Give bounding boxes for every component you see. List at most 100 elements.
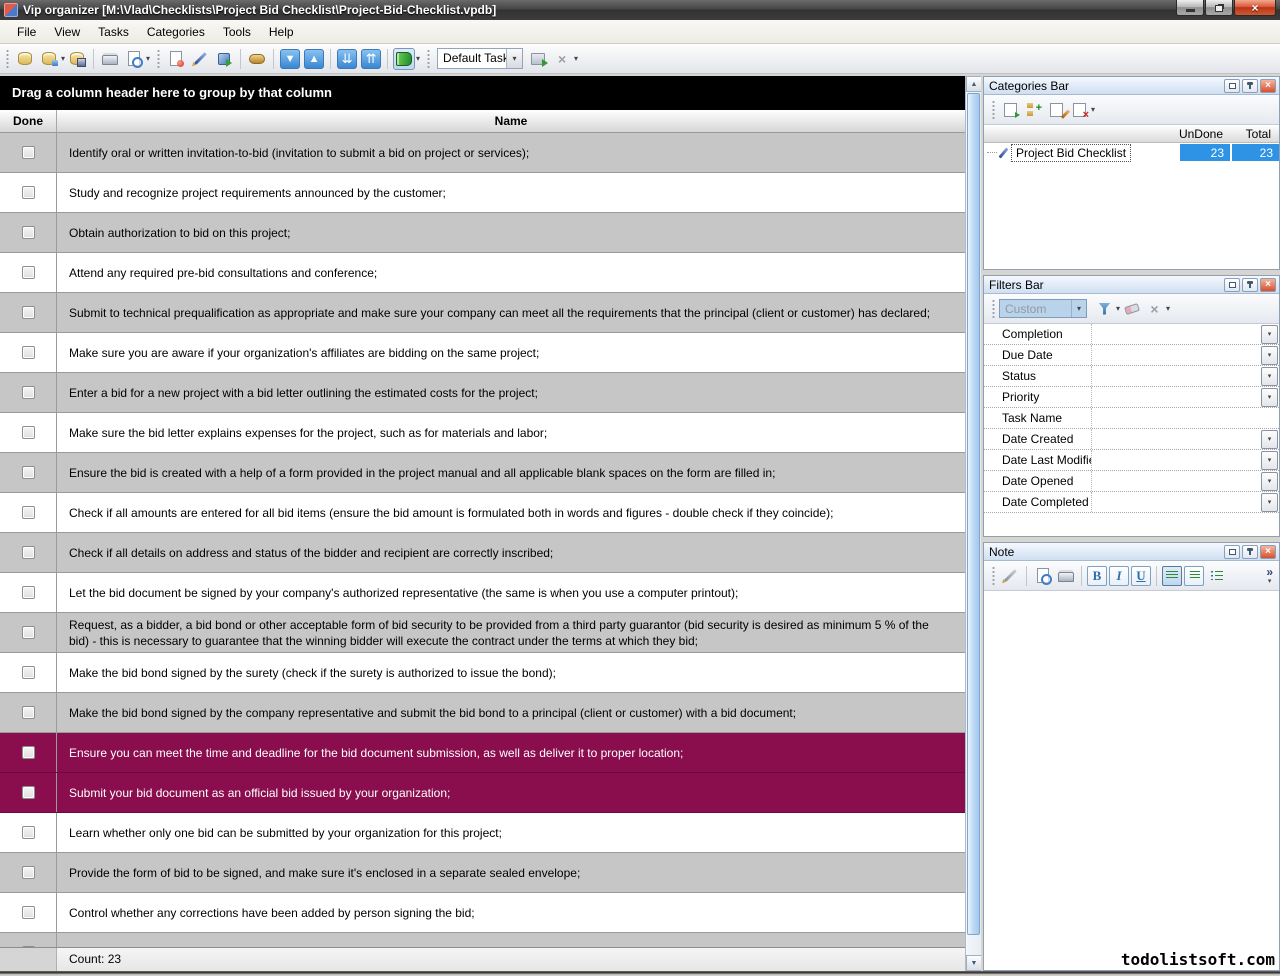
menu-item-tasks[interactable]: Tasks <box>89 21 138 43</box>
task-checkbox[interactable] <box>22 226 35 239</box>
new-database-button[interactable] <box>14 48 36 70</box>
task-name-text[interactable]: Obtain authorization to bid on this proj… <box>57 213 965 252</box>
filter-dropdown-button[interactable]: ▾ <box>1261 430 1278 449</box>
print-button[interactable] <box>99 48 121 70</box>
filter-dropdown-button[interactable]: ▾ <box>1261 451 1278 470</box>
scroll-down-button[interactable]: ▼ <box>966 955 982 971</box>
filter-value-field[interactable] <box>1091 408 1261 428</box>
task-row[interactable]: Enter a bid for a new project with a bid… <box>0 373 965 413</box>
menu-item-file[interactable]: File <box>8 21 45 43</box>
filter-dropdown-button[interactable]: ▾ <box>1261 472 1278 491</box>
restore-button[interactable] <box>1205 0 1233 16</box>
underline-button[interactable]: U <box>1131 566 1151 586</box>
task-checkbox[interactable] <box>22 466 35 479</box>
filters-toolbar-dropdown-icon[interactable]: ▾ <box>1166 304 1170 313</box>
complete-task-button[interactable] <box>213 48 235 70</box>
task-name-text[interactable]: Learn whether only one bid can be submit… <box>57 813 965 852</box>
task-checkbox[interactable] <box>22 906 35 919</box>
task-name-text[interactable]: Learn the date and status of the bid ope… <box>57 933 965 947</box>
category-row[interactable]: Project Bid Checklist 23 23 <box>984 143 1279 162</box>
bold-button[interactable]: B <box>1087 566 1107 586</box>
italic-button[interactable]: I <box>1109 566 1129 586</box>
task-name-text[interactable]: Study and recognize project requirements… <box>57 173 965 212</box>
task-checkbox[interactable] <box>22 386 35 399</box>
note-print-button[interactable] <box>1055 565 1076 586</box>
note-close-button[interactable]: × <box>1260 545 1276 559</box>
task-row[interactable]: Let the bid document be signed by your c… <box>0 573 965 613</box>
task-checkbox[interactable] <box>22 546 35 559</box>
column-header-total[interactable]: Total <box>1231 125 1279 142</box>
task-row[interactable]: Submit your bid document as an official … <box>0 773 965 813</box>
filter-value-field[interactable] <box>1091 324 1261 344</box>
task-row[interactable]: Check if all details on address and stat… <box>0 533 965 573</box>
filters-restore-button[interactable] <box>1224 278 1240 292</box>
note-restore-button[interactable] <box>1224 545 1240 559</box>
task-row[interactable]: Learn whether only one bid can be submit… <box>0 813 965 853</box>
minimize-button[interactable] <box>1176 0 1204 16</box>
edit-task-button[interactable] <box>189 48 211 70</box>
task-name-text[interactable]: Check if all details on address and stat… <box>57 533 965 572</box>
open-database-button[interactable] <box>38 48 60 70</box>
task-checkbox[interactable] <box>22 266 35 279</box>
task-checkbox[interactable] <box>22 826 35 839</box>
task-row[interactable]: Request, as a bidder, a bid bond or othe… <box>0 613 965 653</box>
task-name-text[interactable]: Make sure you are aware if your organiza… <box>57 333 965 372</box>
column-header-name[interactable]: Name <box>57 110 965 132</box>
open-database-dropdown-icon[interactable]: ▾ <box>61 54 65 63</box>
note-pin-button[interactable] <box>1242 545 1258 559</box>
note-toolbar-overflow[interactable]: » ▾ <box>1266 566 1275 585</box>
task-name-text[interactable]: Request, as a bidder, a bid bond or othe… <box>57 613 965 652</box>
filter-dropdown-button[interactable]: ▾ <box>1261 388 1278 407</box>
task-checkbox[interactable] <box>22 746 35 759</box>
task-checkbox[interactable] <box>22 146 35 159</box>
category-name[interactable]: Project Bid Checklist <box>1011 144 1131 162</box>
move-down-button[interactable]: ▼ <box>280 49 300 69</box>
apply-filter-button[interactable] <box>1094 298 1115 319</box>
edit-category-button[interactable] <box>1046 99 1067 120</box>
apply-filter-dropdown-icon[interactable]: ▾ <box>1116 304 1120 313</box>
assign-type-button[interactable] <box>527 48 549 70</box>
filter-preset-combobox[interactable]: Custom ▾ <box>999 299 1087 318</box>
filters-close-button[interactable]: × <box>1260 278 1276 292</box>
task-name-text[interactable]: Ensure you can meet the time and deadlin… <box>57 733 965 772</box>
task-row[interactable]: Provide the form of bid to be signed, an… <box>0 853 965 893</box>
find-task-button[interactable] <box>246 48 268 70</box>
categories-toolbar-dropdown-icon[interactable]: ▾ <box>1091 105 1095 114</box>
notes-dropdown-icon[interactable]: ▾ <box>416 54 420 63</box>
task-type-combobox[interactable]: Default Task ▾ <box>437 48 523 69</box>
task-checkbox[interactable] <box>22 506 35 519</box>
filters-pin-button[interactable] <box>1242 278 1258 292</box>
filter-preset-dropdown-button[interactable]: ▾ <box>1071 300 1086 317</box>
task-name-text[interactable]: Make the bid bond signed by the company … <box>57 693 965 732</box>
save-note-button[interactable] <box>1000 565 1021 586</box>
task-name-text[interactable]: Submit to technical prequalification as … <box>57 293 965 332</box>
task-name-text[interactable]: Attend any required pre-bid consultation… <box>57 253 965 292</box>
task-row[interactable]: Submit to technical prequalification as … <box>0 293 965 333</box>
new-category-button[interactable] <box>1000 99 1021 120</box>
task-checkbox[interactable] <box>22 706 35 719</box>
task-name-text[interactable]: Check if all amounts are entered for all… <box>57 493 965 532</box>
categories-pin-button[interactable] <box>1242 79 1258 93</box>
close-button[interactable]: × <box>1234 0 1276 16</box>
task-checkbox[interactable] <box>22 626 35 639</box>
type-dropdown-icon[interactable]: ▾ <box>574 54 578 63</box>
task-name-text[interactable]: Provide the form of bid to be signed, an… <box>57 853 965 892</box>
scroll-up-button[interactable]: ▲ <box>966 76 982 92</box>
task-row[interactable]: Check if all amounts are entered for all… <box>0 493 965 533</box>
filter-dropdown-button[interactable]: ▾ <box>1261 493 1278 512</box>
menu-item-help[interactable]: Help <box>260 21 303 43</box>
delete-filter-button[interactable]: × <box>1144 298 1165 319</box>
task-name-text[interactable]: Ensure the bid is created with a help of… <box>57 453 965 492</box>
align-right-button[interactable] <box>1184 566 1204 586</box>
column-header-undone[interactable]: UnDone <box>1169 125 1231 142</box>
task-name-text[interactable]: Make sure the bid letter explains expens… <box>57 413 965 452</box>
task-checkbox[interactable] <box>22 866 35 879</box>
categories-restore-button[interactable] <box>1224 79 1240 93</box>
task-checkbox[interactable] <box>22 306 35 319</box>
vertical-scrollbar[interactable]: ▲ ▼ <box>965 76 981 971</box>
delete-category-button[interactable]: × <box>1069 99 1090 120</box>
note-preview-button[interactable] <box>1032 565 1053 586</box>
categories-close-button[interactable]: × <box>1260 79 1276 93</box>
task-name-text[interactable]: Control whether any corrections have bee… <box>57 893 965 932</box>
task-row[interactable]: Make the bid bond signed by the company … <box>0 693 965 733</box>
